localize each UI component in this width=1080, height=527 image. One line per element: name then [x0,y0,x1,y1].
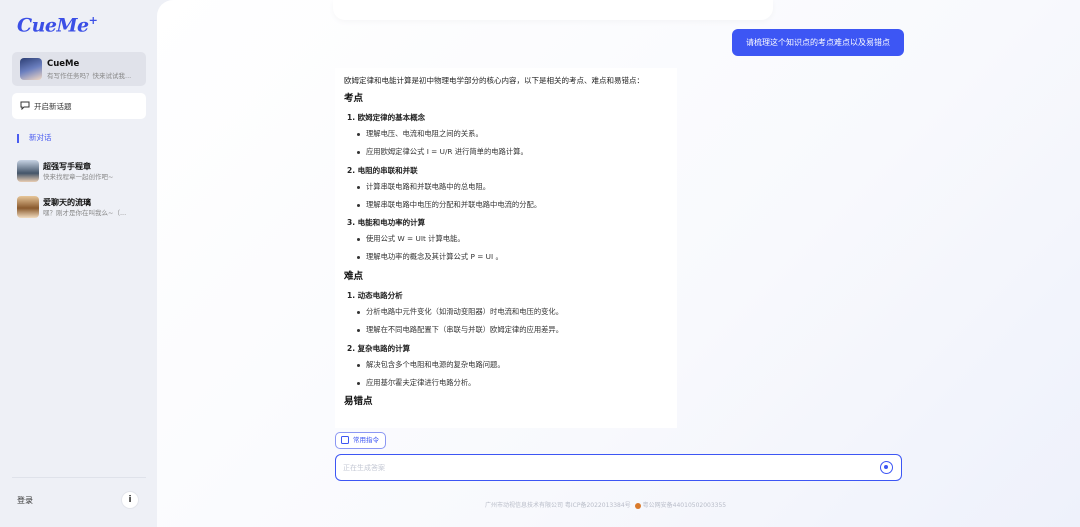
answer-intro: 欧姆定律和电能计算是初中物理电学部分的核心内容，以下是相关的考点、难点和易错点： [344,76,644,85]
avatar [17,196,39,218]
chat-desc: 快来找程章一起创作吧~ [43,173,114,181]
chat-item-writer[interactable]: 超强写手程章 快来找程章一起创作吧~ [12,157,146,187]
bullet-item: 解决包含多个电阻和电源的复杂电路问题。 [357,360,668,370]
list-item: 1. 欧姆定律的基本概念 [347,113,426,123]
agent-name: CueMe [47,59,80,69]
chat-item-liuli[interactable]: 爱聊天的流璃 嘿？刚才是你在叫我么~（... [12,193,146,223]
message-input[interactable] [343,461,863,475]
common-commands-button[interactable]: 常用指令 [335,432,386,449]
command-icon [341,436,349,444]
list-item: 3. 电能和电功率的计算 [347,218,426,228]
sidebar: CueMe+ CueMe 有写作任务吗？快来试试我... 开启新话题 新对话 超… [0,0,157,527]
section-heading: 难点 [344,270,364,282]
list-item: 1. 动态电路分析 [347,291,403,301]
avatar [17,160,39,182]
bullet-item: 分析电路中元件变化（如滑动变阻器）时电流和电压的变化。 [357,308,668,317]
bullet-item: 理解电压、电流和电阻之间的关系。 [357,130,668,139]
new-topic-button[interactable]: 开启新话题 [12,93,146,119]
avatar [20,58,42,80]
new-chat-icon [20,101,30,110]
divider [12,477,146,478]
new-topic-label: 开启新话题 [34,102,72,111]
bullet-item: 理解电功率的概念及其计算公式 P = UI 。 [357,252,668,262]
stop-generating-icon[interactable] [880,461,893,474]
police-record-link[interactable]: 粤公网安备44010502003355 [643,502,726,509]
login-link[interactable]: 登录 [17,495,33,506]
list-item: 2. 复杂电路的计算 [347,343,411,353]
conversation-item-current[interactable]: 新对话 [17,132,52,143]
list-item: 2. 电阻的串联和并联 [347,165,418,175]
bullet-item: 理解在不同电路配置下（串联与并联）欧姆定律的应用差异。 [357,325,668,335]
message-input-box[interactable] [335,454,902,481]
section-heading: 易错点 [344,396,373,408]
user-message: 请梳理这个知识点的考点难点以及易错点 [732,29,904,56]
previous-message-edge [333,0,773,20]
police-badge-icon [634,502,641,509]
info-icon[interactable]: i [121,491,139,509]
chat-desc: 嘿？刚才是你在叫我么~（... [43,209,127,217]
conversation-label: 新对话 [29,133,52,142]
icp-link[interactable]: 广州市动视信息技术有限公司 粤ICP备2022013384号 [485,502,631,509]
active-indicator [17,133,19,143]
assistant-answer: 欧姆定律和电能计算是初中物理电学部分的核心内容，以下是相关的考点、难点和易错点：… [335,68,677,428]
agent-card-cueme[interactable]: CueMe 有写作任务吗？快来试试我... [12,52,146,86]
common-commands-label: 常用指令 [353,436,379,444]
bullet-item: 使用公式 W = UIt 计算电能。 [357,235,668,244]
chat-main: 请梳理这个知识点的考点难点以及易错点 欧姆定律和电能计算是初中物理电学部分的核心… [157,0,1080,527]
agent-desc: 有写作任务吗？快来试试我... [47,72,132,80]
bullet-item: 计算串联电路和并联电路中的总电阻。 [357,182,668,192]
bullet-item: 应用欧姆定律公式 I = U/R 进行简单的电路计算。 [357,147,668,157]
app-logo[interactable]: CueMe+ [17,14,98,36]
bullet-item: 理解串联电路中电压的分配和并联电路中电流的分配。 [357,200,668,210]
section-heading: 考点 [344,93,364,104]
footer: 广州市动视信息技术有限公司 粤ICP备2022013384号 粤公网安备44010… [485,500,726,509]
bullet-item: 应用基尔霍夫定律进行电路分析。 [357,378,668,388]
